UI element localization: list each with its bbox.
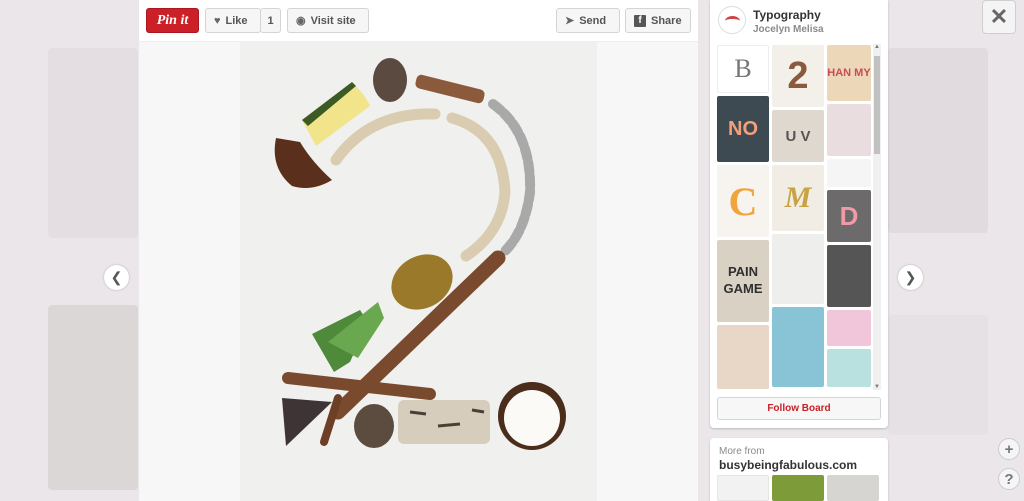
board-thumbnail[interactable] (827, 245, 871, 307)
plus-icon: + (1004, 440, 1014, 458)
previous-pin-button[interactable]: ❮ (104, 265, 129, 290)
pin-it-label: Pin it (156, 12, 189, 28)
visit-site-button[interactable]: ◉ Visit site (287, 8, 369, 33)
send-button[interactable]: ➤ Send (556, 8, 620, 33)
follow-board-label: Follow Board (767, 403, 831, 414)
board-thumbnail[interactable] (827, 310, 871, 346)
facebook-icon: f (634, 14, 646, 27)
scrollbar-thumb[interactable] (874, 56, 880, 154)
follow-board-button[interactable]: Follow Board (717, 397, 881, 420)
share-button[interactable]: f Share (625, 8, 691, 33)
more-from-thumbnail[interactable] (827, 475, 879, 501)
thumbnail-label: HAN MY (827, 67, 871, 79)
board-thumbnail[interactable] (827, 349, 871, 387)
scroll-down-icon[interactable]: ▼ (873, 384, 881, 390)
board-thumbnails: B 2 HAN MY NO U V C M D PAIN GAME (716, 42, 871, 392)
thumbnail-label: C (728, 178, 758, 224)
thumbnail-label: 2 (787, 54, 809, 97)
more-from-site[interactable]: busybeingfabulous.com (719, 458, 857, 472)
globe-icon: ◉ (296, 15, 306, 27)
board-title[interactable]: Typography (753, 8, 821, 22)
board-thumbnail[interactable]: PAIN GAME (717, 240, 769, 322)
like-button[interactable]: ♥ Like (205, 8, 261, 33)
board-thumbnail[interactable]: M (772, 165, 824, 231)
board-thumbnail[interactable] (772, 234, 824, 304)
chevron-right-icon: ❯ (904, 269, 917, 285)
scroll-up-icon[interactable]: ▲ (873, 44, 881, 50)
photo-margin (597, 42, 698, 501)
more-from-thumbnail[interactable] (772, 475, 824, 501)
paper-plane-icon: ➤ (565, 15, 575, 27)
pin-panel: Pin it ♥ Like 1 ◉ Visit site ➤ Send f Sh… (139, 0, 698, 501)
send-label: Send (579, 14, 607, 27)
add-button[interactable]: + (998, 438, 1020, 460)
photo-margin (139, 42, 240, 501)
help-button[interactable]: ? (998, 468, 1020, 490)
thumbnail-label: PAIN GAME (723, 264, 763, 296)
more-from-panel: More from busybeingfabulous.com (710, 438, 888, 501)
chevron-left-icon: ❮ (110, 269, 123, 285)
board-thumbnail[interactable]: HAN MY (827, 45, 871, 101)
next-pin-button[interactable]: ❯ (898, 265, 923, 290)
visit-site-label: Visit site (310, 14, 356, 27)
pin-toolbar: Pin it ♥ Like 1 ◉ Visit site ➤ Send f Sh… (139, 0, 698, 42)
heart-icon: ♥ (214, 14, 221, 27)
pin-it-button[interactable]: Pin it (146, 8, 199, 33)
board-thumbnail[interactable] (772, 307, 824, 387)
number-two-artwork (240, 42, 597, 501)
board-thumbnail[interactable]: B (717, 45, 769, 93)
board-thumbnail[interactable]: U V (772, 110, 824, 162)
close-icon: ✕ (989, 4, 1009, 29)
like-label: Like (225, 14, 248, 27)
board-thumbnail[interactable]: NO (717, 96, 769, 162)
like-count[interactable]: 1 (260, 8, 281, 33)
like-count-value: 1 (267, 14, 274, 27)
board-panel: Typography Jocelyn Melisa B 2 HAN MY NO … (710, 0, 888, 428)
thumbnail-label: D (839, 200, 859, 231)
question-icon: ? (1004, 470, 1014, 488)
more-from-label: More from (719, 446, 765, 457)
more-from-thumbnail[interactable] (717, 475, 769, 501)
board-scrollbar[interactable]: ▲ ▼ (873, 44, 881, 390)
board-thumbnail[interactable]: C (717, 165, 769, 237)
share-label: Share (651, 14, 682, 27)
board-thumbnail[interactable] (717, 325, 769, 389)
thumbnail-label: B (734, 54, 752, 83)
close-button[interactable]: ✕ (982, 0, 1016, 34)
board-owner[interactable]: Jocelyn Melisa (753, 24, 824, 35)
pin-image[interactable] (240, 42, 597, 501)
board-thumbnail[interactable] (827, 104, 871, 156)
board-thumbnail[interactable]: D (827, 190, 871, 242)
board-avatar[interactable] (718, 6, 746, 34)
board-thumbnail[interactable] (827, 159, 871, 187)
thumbnail-label: U V (785, 127, 811, 145)
board-thumbnail[interactable]: 2 (772, 45, 824, 107)
thumbnail-label: NO (728, 117, 758, 140)
thumbnail-label: M (784, 181, 812, 214)
